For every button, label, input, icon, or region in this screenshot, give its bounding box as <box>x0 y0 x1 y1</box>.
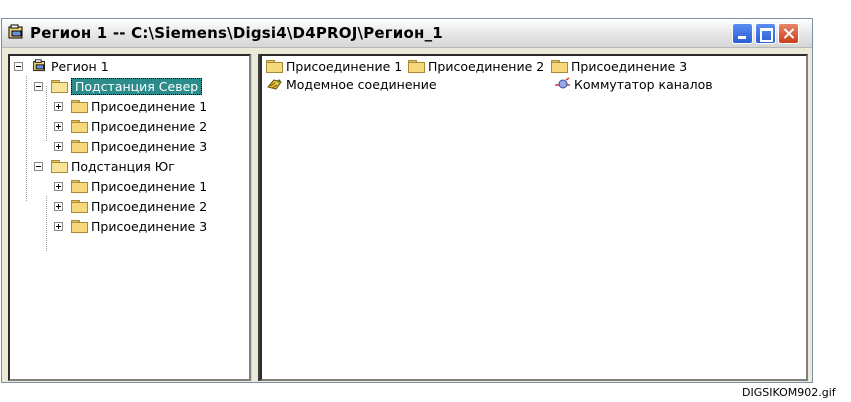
list-item-label: Присоединение 1 <box>286 59 403 74</box>
channel-switch-icon <box>555 77 570 89</box>
tree-item-label: Присоединение 3 <box>90 219 208 234</box>
image-caption: DIGSIKOM902.gif <box>742 386 836 399</box>
tree-item-label: Присоединение 1 <box>90 179 208 194</box>
project-icon <box>8 24 23 39</box>
window-title: Регион 1 -- C:\Siemens\Digsi4\D4PROJ\Рег… <box>30 24 443 42</box>
list-item-label: Присоединение 2 <box>428 59 545 74</box>
tree-item-substation-north[interactable]: Подстанция Север <box>34 78 203 96</box>
maximize-button[interactable] <box>755 23 776 44</box>
tree-item-bay[interactable]: Присоединение 3 <box>54 218 207 236</box>
project-tree[interactable]: Регион 1 Подстанция Север Присоединение … <box>8 54 251 381</box>
list-item[interactable]: Присоединение 2 <box>408 58 544 76</box>
tree-item-label: Присоединение 2 <box>90 199 208 214</box>
tree-item-label: Присоединение 1 <box>90 99 208 114</box>
tree-line <box>26 76 27 201</box>
tree-line <box>46 196 47 251</box>
collapse-icon[interactable] <box>34 162 43 171</box>
tree-item-bay[interactable]: Присоединение 3 <box>54 138 207 156</box>
pane-splitter[interactable] <box>251 54 260 381</box>
collapse-icon[interactable] <box>34 82 43 91</box>
expand-icon[interactable] <box>54 222 63 231</box>
tree-item-label: Присоединение 2 <box>90 119 208 134</box>
expand-icon[interactable] <box>54 182 63 191</box>
expand-icon[interactable] <box>54 142 63 151</box>
folder-icon <box>266 60 283 73</box>
expand-icon[interactable] <box>54 122 63 131</box>
folder-icon <box>70 180 88 193</box>
tree-item-substation-south[interactable]: Подстанция Юг <box>34 158 175 176</box>
close-button[interactable] <box>778 23 799 44</box>
folder-icon <box>70 200 88 213</box>
list-item-modem[interactable]: Модемное соединение <box>266 76 437 94</box>
folder-icon <box>70 220 88 233</box>
folder-icon <box>70 140 88 153</box>
tree-item-bay[interactable]: Присоединение 2 <box>54 198 207 216</box>
folder-icon <box>408 60 425 73</box>
application-window: Регион 1 -- C:\Siemens\Digsi4\D4PROJ\Рег… <box>1 18 813 383</box>
list-item[interactable]: Присоединение 1 <box>266 58 402 76</box>
list-item-label: Присоединение 3 <box>571 59 688 74</box>
list-item-label: Коммутатор каналов <box>574 77 713 92</box>
collapse-icon[interactable] <box>14 62 23 71</box>
tree-root-label: Регион 1 <box>50 59 109 74</box>
list-item-channel-switch[interactable]: Коммутатор каналов <box>554 76 713 94</box>
folder-icon <box>50 160 68 173</box>
folder-icon <box>70 120 88 133</box>
tree-item-bay[interactable]: Присоединение 1 <box>54 178 207 196</box>
expand-icon[interactable] <box>54 102 63 111</box>
tree-root[interactable]: Регион 1 <box>14 58 109 76</box>
folder-icon <box>70 100 88 113</box>
project-icon <box>33 59 45 72</box>
title-bar[interactable]: Регион 1 -- C:\Siemens\Digsi4\D4PROJ\Рег… <box>2 19 812 48</box>
modem-icon <box>267 79 282 90</box>
tree-item-label: Подстанция Север <box>70 78 203 95</box>
expand-icon[interactable] <box>54 202 63 211</box>
tree-item-bay[interactable]: Присоединение 2 <box>54 118 207 136</box>
tree-item-label: Присоединение 3 <box>90 139 208 154</box>
tree-item-bay[interactable]: Присоединение 1 <box>54 98 207 116</box>
list-item[interactable]: Присоединение 3 <box>551 58 687 76</box>
folder-icon <box>551 60 568 73</box>
tree-item-label: Подстанция Юг <box>70 159 175 174</box>
folder-icon <box>50 80 68 93</box>
object-list[interactable]: Присоединение 1 Присоединение 2 Присоеди… <box>260 54 808 381</box>
minimize-button[interactable] <box>732 23 753 44</box>
list-item-label: Модемное соединение <box>286 77 437 92</box>
